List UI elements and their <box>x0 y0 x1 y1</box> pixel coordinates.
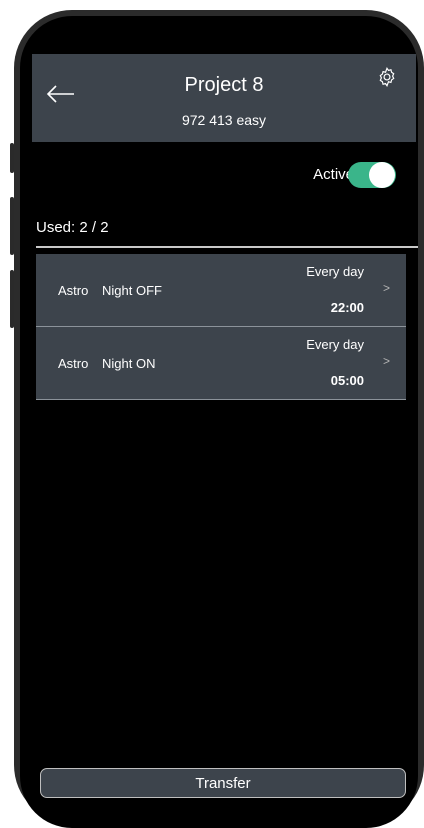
schedule-name: Night ON <box>102 356 156 371</box>
usage-label: Used: <box>36 219 76 236</box>
schedule-type: Astro <box>58 283 89 298</box>
page-title: Project 8 <box>184 74 264 96</box>
chevron-right-icon: > <box>382 354 390 368</box>
schedule-type: Astro <box>58 356 89 371</box>
app-screen: Project 8 972 413 easy Active Used: 2 / … <box>20 16 418 828</box>
side-button <box>10 143 14 173</box>
divider <box>36 246 418 248</box>
side-button <box>10 197 14 255</box>
side-button <box>10 270 14 328</box>
schedule-row[interactable]: Astro Night ON Every day 05:00 > <box>36 327 406 400</box>
chevron-right-icon: > <box>382 281 390 295</box>
schedule-name: Night OFF <box>102 283 162 298</box>
toggle-knob <box>369 162 395 188</box>
schedule-list: Astro Night OFF Every day 22:00 > Astro … <box>36 254 406 400</box>
project-header: Project 8 972 413 easy <box>32 54 416 142</box>
active-toggle[interactable] <box>348 162 396 188</box>
gear-icon[interactable] <box>376 66 398 88</box>
page-subtitle: 972 413 easy <box>181 112 267 128</box>
schedule-time: 22:00 <box>330 300 364 315</box>
schedule-days: Every day <box>306 337 364 352</box>
usage-summary: Used: 2 / 2 <box>36 219 109 236</box>
schedule-days: Every day <box>306 264 364 279</box>
schedule-time: 05:00 <box>330 373 364 388</box>
transfer-button[interactable]: Transfer <box>40 768 406 798</box>
phone-frame: Project 8 972 413 easy Active Used: 2 / … <box>14 10 424 828</box>
usage-value: 2 / 2 <box>79 219 109 236</box>
schedule-row[interactable]: Astro Night OFF Every day 22:00 > <box>36 254 406 327</box>
